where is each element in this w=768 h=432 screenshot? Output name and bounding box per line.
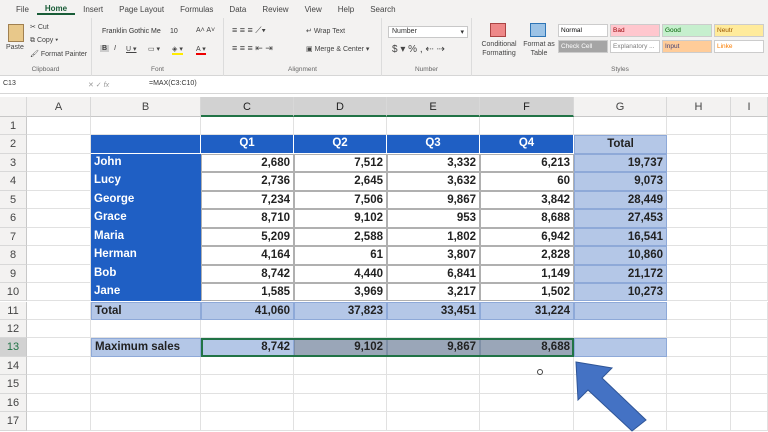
mouse-cursor-icon [537, 369, 543, 375]
pointer-arrow-icon [575, 361, 647, 432]
arrow-annotation [537, 361, 647, 432]
